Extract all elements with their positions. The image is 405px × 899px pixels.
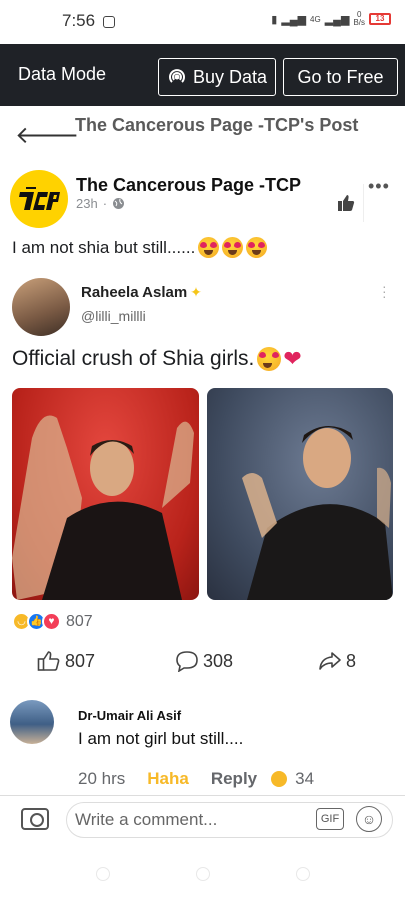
red-heart-icon: ❤ bbox=[283, 346, 302, 371]
vertical-dots-icon: · · · bbox=[382, 278, 387, 304]
reaction-summary[interactable]: ◡ 👍 ♥ 807 bbox=[12, 612, 93, 631]
buy-data-button[interactable]: Buy Data bbox=[158, 58, 276, 96]
tweet-text: Official crush of Shia girls. ❤ bbox=[12, 346, 302, 372]
comment-haha-button[interactable]: Haha bbox=[147, 769, 189, 789]
reaction-count: 807 bbox=[66, 612, 93, 630]
vibrate-icon: ▮ bbox=[271, 13, 278, 26]
data-mode-label: Data Mode bbox=[18, 64, 107, 84]
page-avatar[interactable] bbox=[10, 170, 68, 228]
gif-button[interactable]: GIF bbox=[316, 808, 344, 830]
instagram-icon bbox=[102, 15, 115, 28]
photo-red-background bbox=[12, 388, 199, 600]
post-author-row: The Cancerous Page -TCP 23h · ••• bbox=[0, 166, 405, 228]
post-text-content: I am not shia but still...... bbox=[12, 237, 196, 257]
like-count: 807 bbox=[65, 650, 96, 671]
page-title: The Cancerous Page -TCP's Post bbox=[75, 115, 359, 135]
more-options-icon[interactable]: ••• bbox=[368, 176, 390, 197]
go-to-free-button[interactable]: Go to Free bbox=[283, 58, 398, 96]
love-reaction-icon: ♥ bbox=[42, 612, 61, 631]
data-speed: 0 B/s bbox=[353, 11, 365, 27]
share-count: 8 bbox=[346, 650, 357, 671]
broadcast-icon bbox=[169, 69, 185, 83]
post-actions: 807 308 8 bbox=[0, 646, 405, 676]
commenter-name[interactable]: Dr-Umair Ali Asif bbox=[78, 708, 181, 723]
comment-composer: GIF ☺ bbox=[0, 795, 405, 843]
clock-text: 7:56 bbox=[62, 11, 96, 30]
comment-bubble-icon bbox=[176, 651, 198, 672]
tweet-avatar bbox=[12, 278, 70, 336]
heart-eyes-emoji-icon bbox=[222, 237, 244, 258]
person-silhouette-icon bbox=[12, 415, 194, 600]
tweet-handle: @lilli_millli bbox=[81, 308, 146, 324]
emoji-picker-icon[interactable]: ☺ bbox=[356, 806, 382, 832]
status-icons: ▮ ▂▄▆ 4G ▂▄▆ 0 B/s 13 bbox=[271, 11, 391, 27]
status-bar: 7:56 ▮ ▂▄▆ 4G ▂▄▆ 0 B/s 13 bbox=[0, 0, 405, 44]
tweet-text-content: Official crush of Shia girls. bbox=[12, 347, 255, 370]
share-arrow-icon bbox=[319, 652, 341, 670]
comment-button[interactable]: 308 bbox=[175, 650, 233, 672]
like-page-button[interactable] bbox=[328, 184, 364, 222]
haha-reaction-icon bbox=[271, 771, 288, 787]
network-type: 4G bbox=[310, 14, 321, 24]
comment-reply-button[interactable]: Reply bbox=[211, 769, 257, 789]
nav-home-icon[interactable] bbox=[196, 867, 210, 881]
commenter-avatar[interactable] bbox=[10, 700, 54, 744]
back-arrow-icon[interactable]: 🡐 bbox=[15, 120, 79, 150]
comment-time: 20 hrs bbox=[78, 769, 126, 788]
post-time: 23h bbox=[76, 196, 98, 211]
person-silhouette-icon bbox=[242, 425, 393, 600]
heart-eyes-emoji-icon bbox=[257, 347, 282, 371]
like-button[interactable]: 807 bbox=[37, 650, 95, 672]
comment-item: Dr-Umair Ali Asif I am not girl but stil… bbox=[0, 696, 405, 796]
nav-recents-icon[interactable] bbox=[296, 867, 310, 881]
post-text: I am not shia but still...... bbox=[12, 237, 268, 258]
signal-icon: ▂▄▆ bbox=[281, 13, 307, 26]
dot-separator: · bbox=[102, 196, 108, 211]
battery-icon: 13 bbox=[369, 13, 391, 25]
nav-back-icon[interactable] bbox=[96, 867, 110, 881]
heart-eyes-emoji-icon bbox=[246, 237, 268, 258]
buy-data-label: Buy Data bbox=[192, 66, 268, 87]
comment-text: I am not girl but still.... bbox=[78, 729, 244, 748]
tweet-author: Raheela Aslam ✦ bbox=[81, 284, 202, 301]
comment-reaction-count: 34 bbox=[295, 769, 315, 788]
thumbs-up-icon bbox=[337, 195, 354, 211]
post-image[interactable]: Raheela Aslam ✦ @lilli_millli · · · Offici… bbox=[0, 270, 405, 610]
sparkle-icon: ✦ bbox=[190, 284, 202, 300]
post-meta: 23h · bbox=[76, 196, 125, 211]
tcp-logo-icon bbox=[19, 187, 60, 210]
comment-meta: 20 hrs Haha Reply 34 bbox=[78, 769, 314, 789]
system-nav-bar bbox=[0, 843, 405, 899]
page-name[interactable]: The Cancerous Page -TCP bbox=[76, 175, 301, 196]
globe-icon bbox=[113, 198, 125, 209]
tweet-author-name: Raheela Aslam bbox=[81, 284, 188, 301]
heart-eyes-emoji-icon bbox=[198, 237, 220, 258]
photo-gray-background bbox=[207, 388, 393, 600]
share-button[interactable]: 8 bbox=[318, 650, 356, 672]
post-header: 🡐 The Cancerous Page -TCP's Post bbox=[0, 106, 405, 164]
comment-count: 308 bbox=[203, 650, 234, 671]
camera-icon[interactable] bbox=[21, 808, 49, 830]
go-to-free-label: Go to Free bbox=[297, 66, 384, 87]
signal-icon-2: ▂▄▆ bbox=[324, 13, 350, 26]
thumbs-up-outline-icon bbox=[37, 651, 60, 671]
status-time: 7:56 bbox=[62, 11, 115, 31]
data-speed-unit: B/s bbox=[353, 18, 365, 27]
data-mode-bar: Data Mode Buy Data Go to Free bbox=[0, 44, 405, 106]
